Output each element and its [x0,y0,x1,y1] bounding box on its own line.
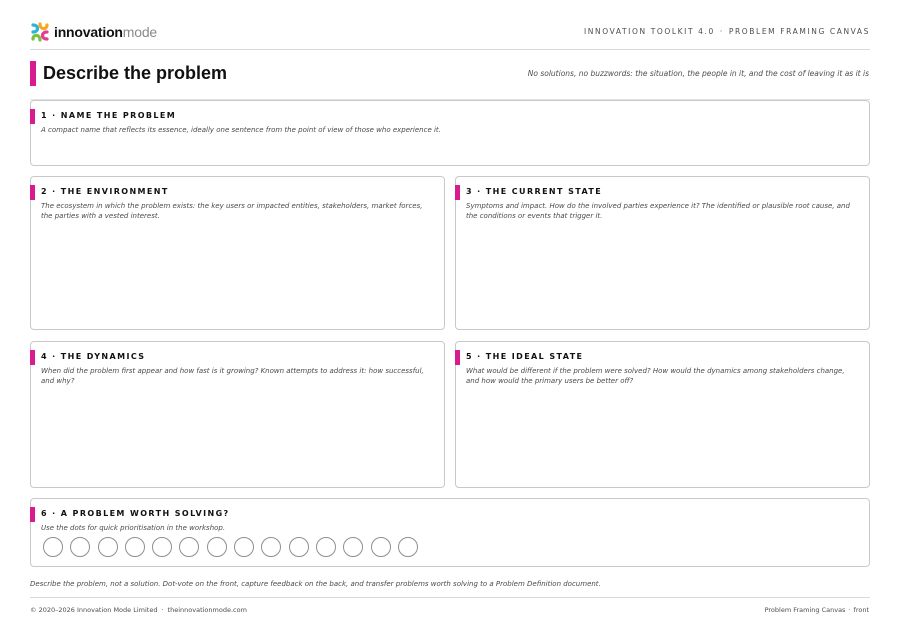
vote-dot[interactable] [370,537,391,557]
vote-dot[interactable] [343,537,364,557]
section-the-environment[interactable]: 2 · THE ENVIRONMENT The ecosystem in whi… [30,176,445,330]
section-heading: 3 · THE CURRENT STATE [466,187,603,196]
header-separator: · [719,27,724,36]
section-the-ideal-state[interactable]: 5 · THE IDEAL STATE What would be differ… [455,341,870,488]
vote-dot[interactable] [97,537,118,557]
vote-dot[interactable] [261,537,282,557]
footer-note: Describe the problem, not a solution. Do… [30,580,601,588]
section-accent-bar [30,507,35,522]
logo-light-text: mode [122,24,158,40]
logo-wordmark: innovationmode [54,24,157,40]
logo-mark-icon [31,22,49,42]
website-link[interactable]: theinnovationmode.com [168,606,247,614]
copyright-line: © 2020–2026 Innovation Mode Limited · thei… [30,606,247,614]
section-accent-bar [30,109,35,124]
vote-dots [43,537,418,557]
canvas-name: PROBLEM FRAMING CANVAS [728,27,870,36]
vote-dot[interactable] [70,537,91,557]
vote-dot[interactable] [288,537,309,557]
page-label-separator: · [848,606,851,614]
vote-dot[interactable] [179,537,200,557]
page-side: front [853,606,869,614]
vote-dot[interactable] [152,537,173,557]
section-description: The ecosystem in which the problem exist… [41,202,423,220]
section-heading: 6 · A PROBLEM WORTH SOLVING? [41,509,230,518]
section-problem-worth-solving: 6 · A PROBLEM WORTH SOLVING? Use the dot… [30,498,870,567]
brand-logo: innovationmode [30,22,157,42]
vote-dot[interactable] [124,537,145,557]
copyright-text: © 2020–2026 Innovation Mode Limited [30,606,158,614]
section-description: Use the dots for quick prioritisation in… [41,524,226,532]
page-label-name: Problem Framing Canvas [764,606,846,614]
page-header: innovationmode INNOVATION TOOLKIT 4.0 · PR… [30,18,870,50]
logo-bold-text: innovation [54,24,123,40]
page-label: Problem Framing Canvas · front [765,606,869,614]
section-description: A compact name that reflects its essence… [41,126,441,134]
section-the-dynamics[interactable]: 4 · THE DYNAMICS When did the problem fi… [30,341,445,488]
section-heading: 2 · THE ENVIRONMENT [41,187,169,196]
vote-dot[interactable] [315,537,336,557]
footer-divider [30,597,870,598]
page-title: Describe the problem [43,63,228,83]
section-heading: 5 · THE IDEAL STATE [466,352,584,361]
title-accent-bar [30,61,36,86]
section-description: Symptoms and impact. How do the involved… [466,202,850,220]
vote-dot[interactable] [234,537,255,557]
section-heading: 1 · NAME THE PROBLEM [41,111,177,120]
section-description: What would be different if the problem w… [466,367,845,385]
section-name-the-problem[interactable]: 1 · NAME THE PROBLEM A compact name that… [30,100,870,166]
footer-separator: · [161,606,164,614]
vote-dot[interactable] [397,537,418,557]
section-accent-bar [455,185,460,200]
vote-dot[interactable] [43,537,63,557]
toolkit-label: INNOVATION TOOLKIT 4.0 · PROBLEM FRAMING C… [584,27,870,36]
section-accent-bar [30,350,35,365]
section-heading: 4 · THE DYNAMICS [41,352,146,361]
section-description: When did the problem first appear and ho… [41,367,424,385]
title-note: No solutions, no buzzwords: the situatio… [527,69,869,78]
section-accent-bar [30,185,35,200]
vote-dot[interactable] [206,537,227,557]
section-the-current-state[interactable]: 3 · THE CURRENT STATE Symptoms and impac… [455,176,870,330]
section-accent-bar [455,350,460,365]
toolkit-name: INNOVATION TOOLKIT 4.0 [584,27,715,36]
